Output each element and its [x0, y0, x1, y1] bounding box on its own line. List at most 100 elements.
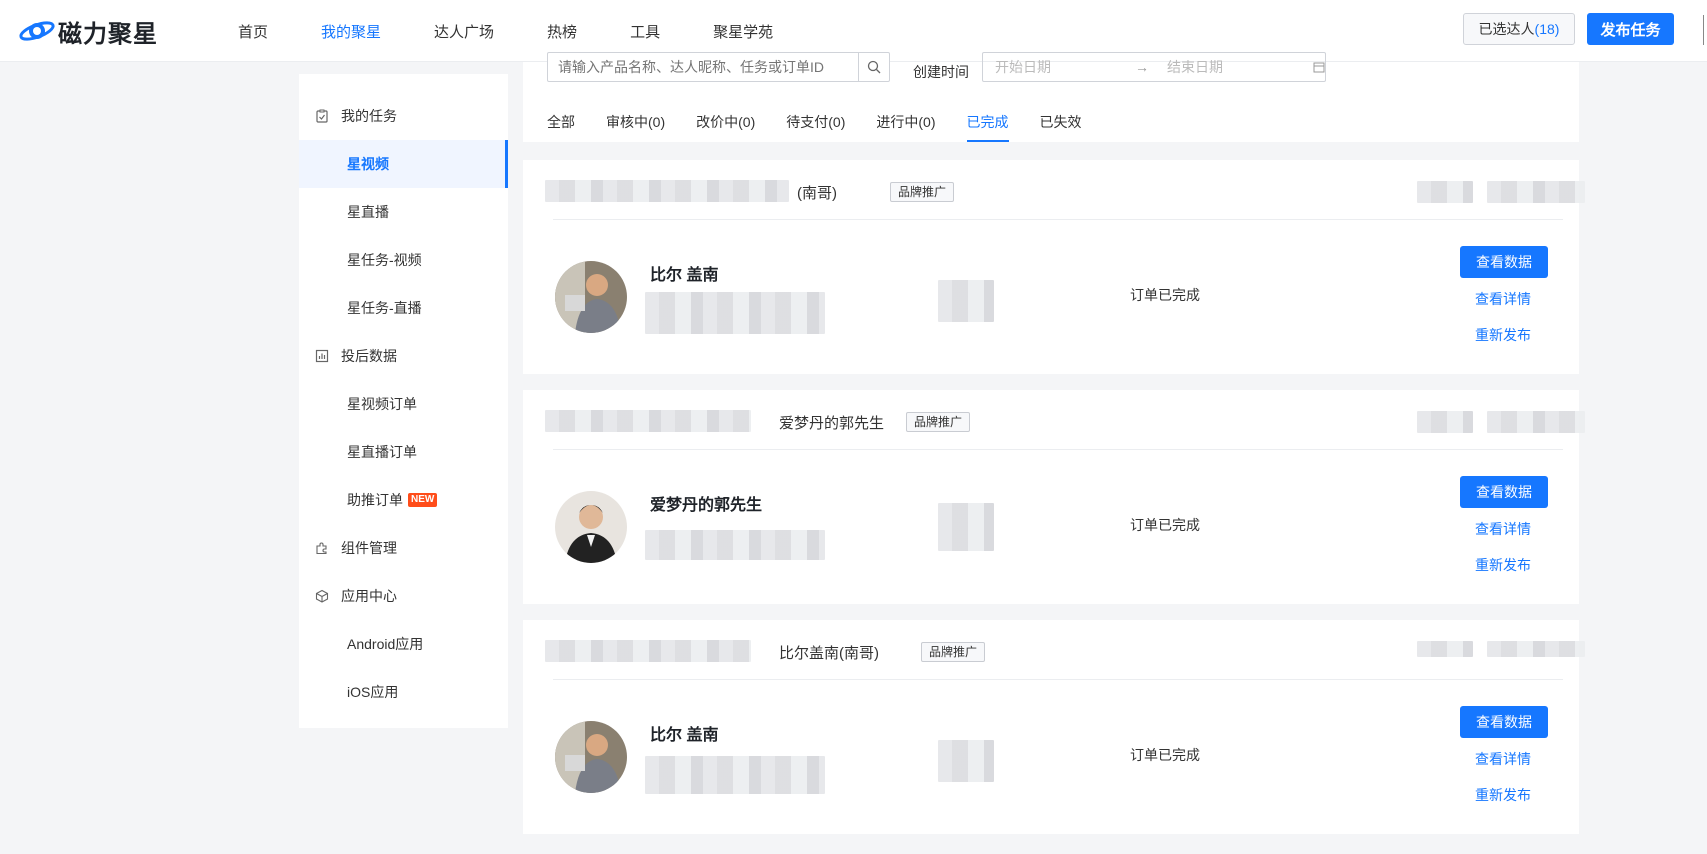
view-data-button[interactable]: 查看数据 — [1460, 476, 1548, 508]
blurred-product-name — [545, 180, 789, 202]
view-data-button[interactable]: 查看数据 — [1460, 706, 1548, 738]
avatar — [555, 491, 627, 563]
blurred-order-meta — [1487, 181, 1585, 203]
end-date-input[interactable]: 结束日期 — [1167, 57, 1307, 77]
selected-creators-button[interactable]: 已选达人 (18) — [1463, 13, 1575, 45]
creator-name[interactable]: 比尔 盖南 — [650, 721, 718, 745]
arrow-right-icon: → — [1135, 59, 1149, 75]
nav-tools[interactable]: 工具 — [630, 21, 660, 42]
filter-panel: 创建时间 开始日期 → 结束日期 全部 审核中(0) 改价中(0) 待支付(0)… — [523, 52, 1579, 142]
nav-hot-list[interactable]: 热榜 — [547, 21, 577, 42]
sidebar: 我的任务 星视频 星直播 星任务-视频 星任务-直播 投后数据 星视频订单 星直… — [299, 74, 508, 728]
order-status: 订单已完成 — [1130, 747, 1200, 763]
bar-chart-icon — [315, 349, 329, 363]
search-input[interactable] — [548, 53, 858, 81]
avatar — [555, 261, 627, 333]
start-date-input[interactable]: 开始日期 — [995, 57, 1135, 77]
publish-task-button[interactable]: 发布任务 — [1587, 13, 1674, 45]
tab-repricing[interactable]: 改价中(0) — [696, 102, 755, 142]
order-head-name: (南哥) — [797, 185, 837, 202]
sidebar-item-label: 星视频订单 — [347, 396, 417, 412]
sidebar-item-label: 助推订单 — [347, 492, 403, 508]
creator-avatar-icon — [555, 261, 627, 333]
tab-reviewing[interactable]: 审核中(0) — [606, 102, 665, 142]
tab-in-progress[interactable]: 进行中(0) — [876, 102, 935, 142]
creator-avatar-icon — [555, 721, 627, 793]
republish-link[interactable]: 重新发布 — [1475, 785, 1531, 805]
creator-name[interactable]: 比尔 盖南 — [650, 261, 718, 285]
nav-creator-square[interactable]: 达人广场 — [434, 21, 494, 42]
blurred-order-meta — [1487, 411, 1585, 433]
view-detail-link[interactable]: 查看详情 — [1475, 519, 1531, 539]
order-card: (南哥) 品牌推广 比尔 盖南 订单已完成 查看数据 查看详情 重新发布 — [523, 160, 1585, 374]
order-tag: 品牌推广 — [906, 412, 971, 432]
brand-logo[interactable]: 磁力聚星 — [18, 14, 158, 48]
republish-link[interactable]: 重新发布 — [1475, 325, 1531, 345]
nav-home[interactable]: 首页 — [238, 21, 268, 42]
order-card-header: 爱梦丹的郭先生 品牌推广 — [545, 390, 1585, 450]
blurred-price — [938, 740, 994, 782]
tab-pending-payment[interactable]: 待支付(0) — [786, 102, 845, 142]
sidebar-item-ios-apps[interactable]: iOS应用 — [299, 668, 508, 716]
sidebar-group-label: 组件管理 — [341, 540, 397, 556]
order-head-name: 爱梦丹的郭先生 — [779, 415, 885, 432]
view-detail-link[interactable]: 查看详情 — [1475, 289, 1531, 309]
sidebar-item-star-live-orders[interactable]: 星直播订单 — [299, 428, 508, 476]
sidebar-item-star-task-live[interactable]: 星任务-直播 — [299, 284, 508, 332]
avatar — [555, 721, 627, 793]
order-card-header: 比尔盖南(南哥) 品牌推广 — [545, 620, 1585, 680]
sidebar-item-label: 星直播 — [347, 204, 389, 220]
scrollbar-edge — [1703, 15, 1704, 45]
tab-all[interactable]: 全部 — [547, 102, 575, 142]
order-tag: 品牌推广 — [890, 182, 955, 202]
search-button[interactable] — [858, 53, 889, 81]
date-range-picker[interactable]: 开始日期 → 结束日期 — [982, 52, 1326, 82]
blurred-order-meta — [1487, 641, 1585, 657]
blurred-price — [938, 280, 994, 322]
sidebar-item-label: Android应用 — [347, 636, 424, 652]
blurred-creator-info — [645, 756, 825, 794]
blurred-creator-info — [645, 530, 825, 560]
nav-academy[interactable]: 聚星学苑 — [713, 21, 773, 42]
order-head-name: 比尔盖南(南哥) — [779, 645, 879, 662]
puzzle-icon — [316, 542, 327, 555]
blurred-order-meta — [1417, 411, 1473, 433]
creator-name[interactable]: 爱梦丹的郭先生 — [650, 491, 762, 515]
search-box — [547, 52, 890, 82]
cube-icon — [315, 589, 329, 603]
created-time-label: 创建时间 — [913, 64, 969, 80]
sidebar-group-my-tasks[interactable]: 我的任务 — [299, 92, 508, 140]
sidebar-item-star-live[interactable]: 星直播 — [299, 188, 508, 236]
creator-avatar-icon — [555, 491, 627, 563]
blurred-price — [938, 503, 994, 551]
sidebar-item-boost-orders[interactable]: 助推订单 NEW — [299, 476, 508, 524]
republish-link[interactable]: 重新发布 — [1475, 555, 1531, 575]
selected-creators-count: (18) — [1534, 21, 1560, 37]
blurred-order-meta — [1417, 641, 1473, 657]
view-detail-link[interactable]: 查看详情 — [1475, 749, 1531, 769]
sidebar-item-label: 星视频 — [347, 156, 389, 172]
brand-name: 磁力聚星 — [58, 20, 158, 48]
sidebar-item-android-apps[interactable]: Android应用 — [299, 620, 508, 668]
sidebar-group-app-center[interactable]: 应用中心 — [299, 572, 508, 620]
order-card-header: (南哥) 品牌推广 — [545, 160, 1585, 220]
tab-expired[interactable]: 已失效 — [1040, 102, 1082, 142]
order-tag: 品牌推广 — [921, 642, 986, 662]
sidebar-group-post-data[interactable]: 投后数据 — [299, 332, 508, 380]
sidebar-item-star-task-video[interactable]: 星任务-视频 — [299, 236, 508, 284]
sidebar-item-label: 星任务-直播 — [347, 300, 422, 316]
sidebar-item-label: 星任务-视频 — [347, 252, 422, 268]
calendar-icon[interactable] — [1313, 61, 1325, 73]
new-badge: NEW — [408, 493, 438, 507]
sidebar-group-components[interactable]: 组件管理 — [299, 524, 508, 572]
sidebar-item-label: 星直播订单 — [347, 444, 417, 460]
tab-completed[interactable]: 已完成 — [966, 102, 1009, 142]
sidebar-item-star-video-orders[interactable]: 星视频订单 — [299, 380, 508, 428]
blurred-order-meta — [1417, 181, 1473, 203]
sidebar-item-label: iOS应用 — [347, 684, 399, 700]
clipboard-check-icon — [316, 109, 328, 123]
sidebar-item-star-video[interactable]: 星视频 — [299, 140, 508, 188]
order-card: 比尔盖南(南哥) 品牌推广 比尔 盖南 订单已完成 查看数据 查看详情 重新发布 — [523, 620, 1585, 834]
view-data-button[interactable]: 查看数据 — [1460, 246, 1548, 278]
nav-my-juxing[interactable]: 我的聚星 — [321, 21, 381, 42]
